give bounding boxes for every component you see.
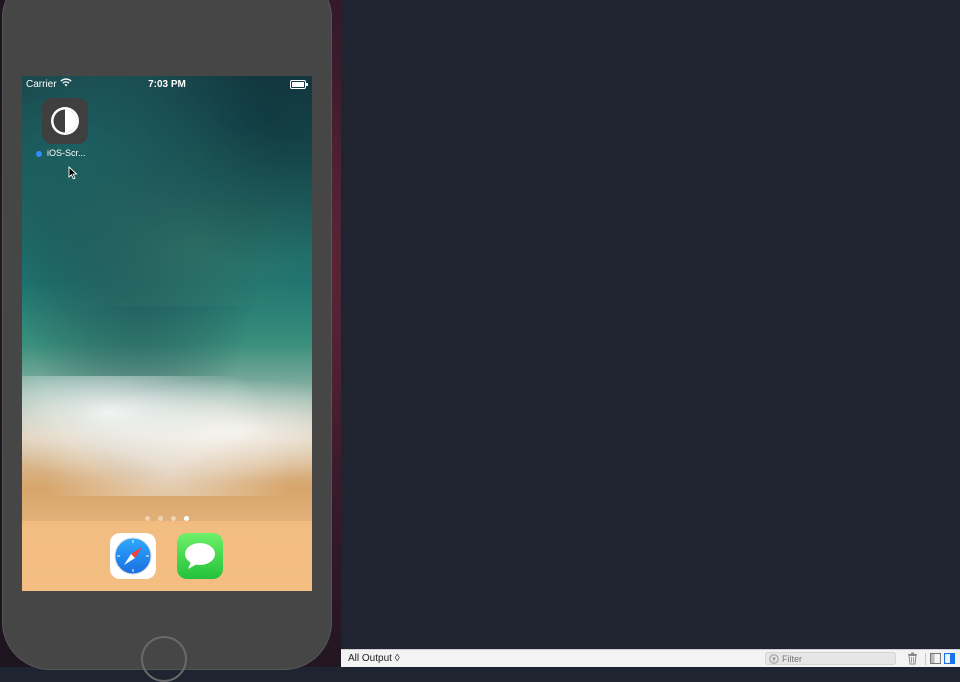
simulator-screen[interactable]: Carrier 7:03 PM iOS-Scr... — [22, 76, 312, 591]
app-label: iOS-Scr... — [47, 148, 86, 158]
trash-icon[interactable] — [907, 652, 918, 668]
home-button[interactable] — [141, 636, 187, 682]
filter-input[interactable] — [782, 653, 892, 664]
console-bottom-bar: All Output ◊ — [341, 649, 960, 667]
status-bar: Carrier 7:03 PM — [22, 76, 312, 92]
console-output-area[interactable] — [341, 0, 960, 649]
mouse-cursor-icon — [68, 165, 78, 185]
safari-icon[interactable] — [110, 533, 156, 579]
show-variables-view-icon[interactable] — [930, 653, 941, 667]
filter-icon — [769, 654, 779, 667]
output-selector[interactable]: All Output ◊ — [348, 653, 400, 664]
battery-icon — [290, 80, 308, 89]
messages-icon[interactable] — [177, 533, 223, 579]
filter-field[interactable] — [765, 652, 896, 665]
new-app-dot — [36, 151, 42, 157]
wallpaper-foam — [22, 376, 312, 496]
app-icon-ios-screenshot[interactable] — [42, 98, 88, 144]
contrast-icon — [51, 107, 79, 135]
toolbar-separator — [925, 653, 926, 665]
show-console-view-icon[interactable] — [943, 652, 956, 667]
status-time: 7:03 PM — [148, 79, 186, 90]
app-label-row: iOS-Scr... — [34, 148, 114, 160]
dock — [22, 521, 312, 591]
